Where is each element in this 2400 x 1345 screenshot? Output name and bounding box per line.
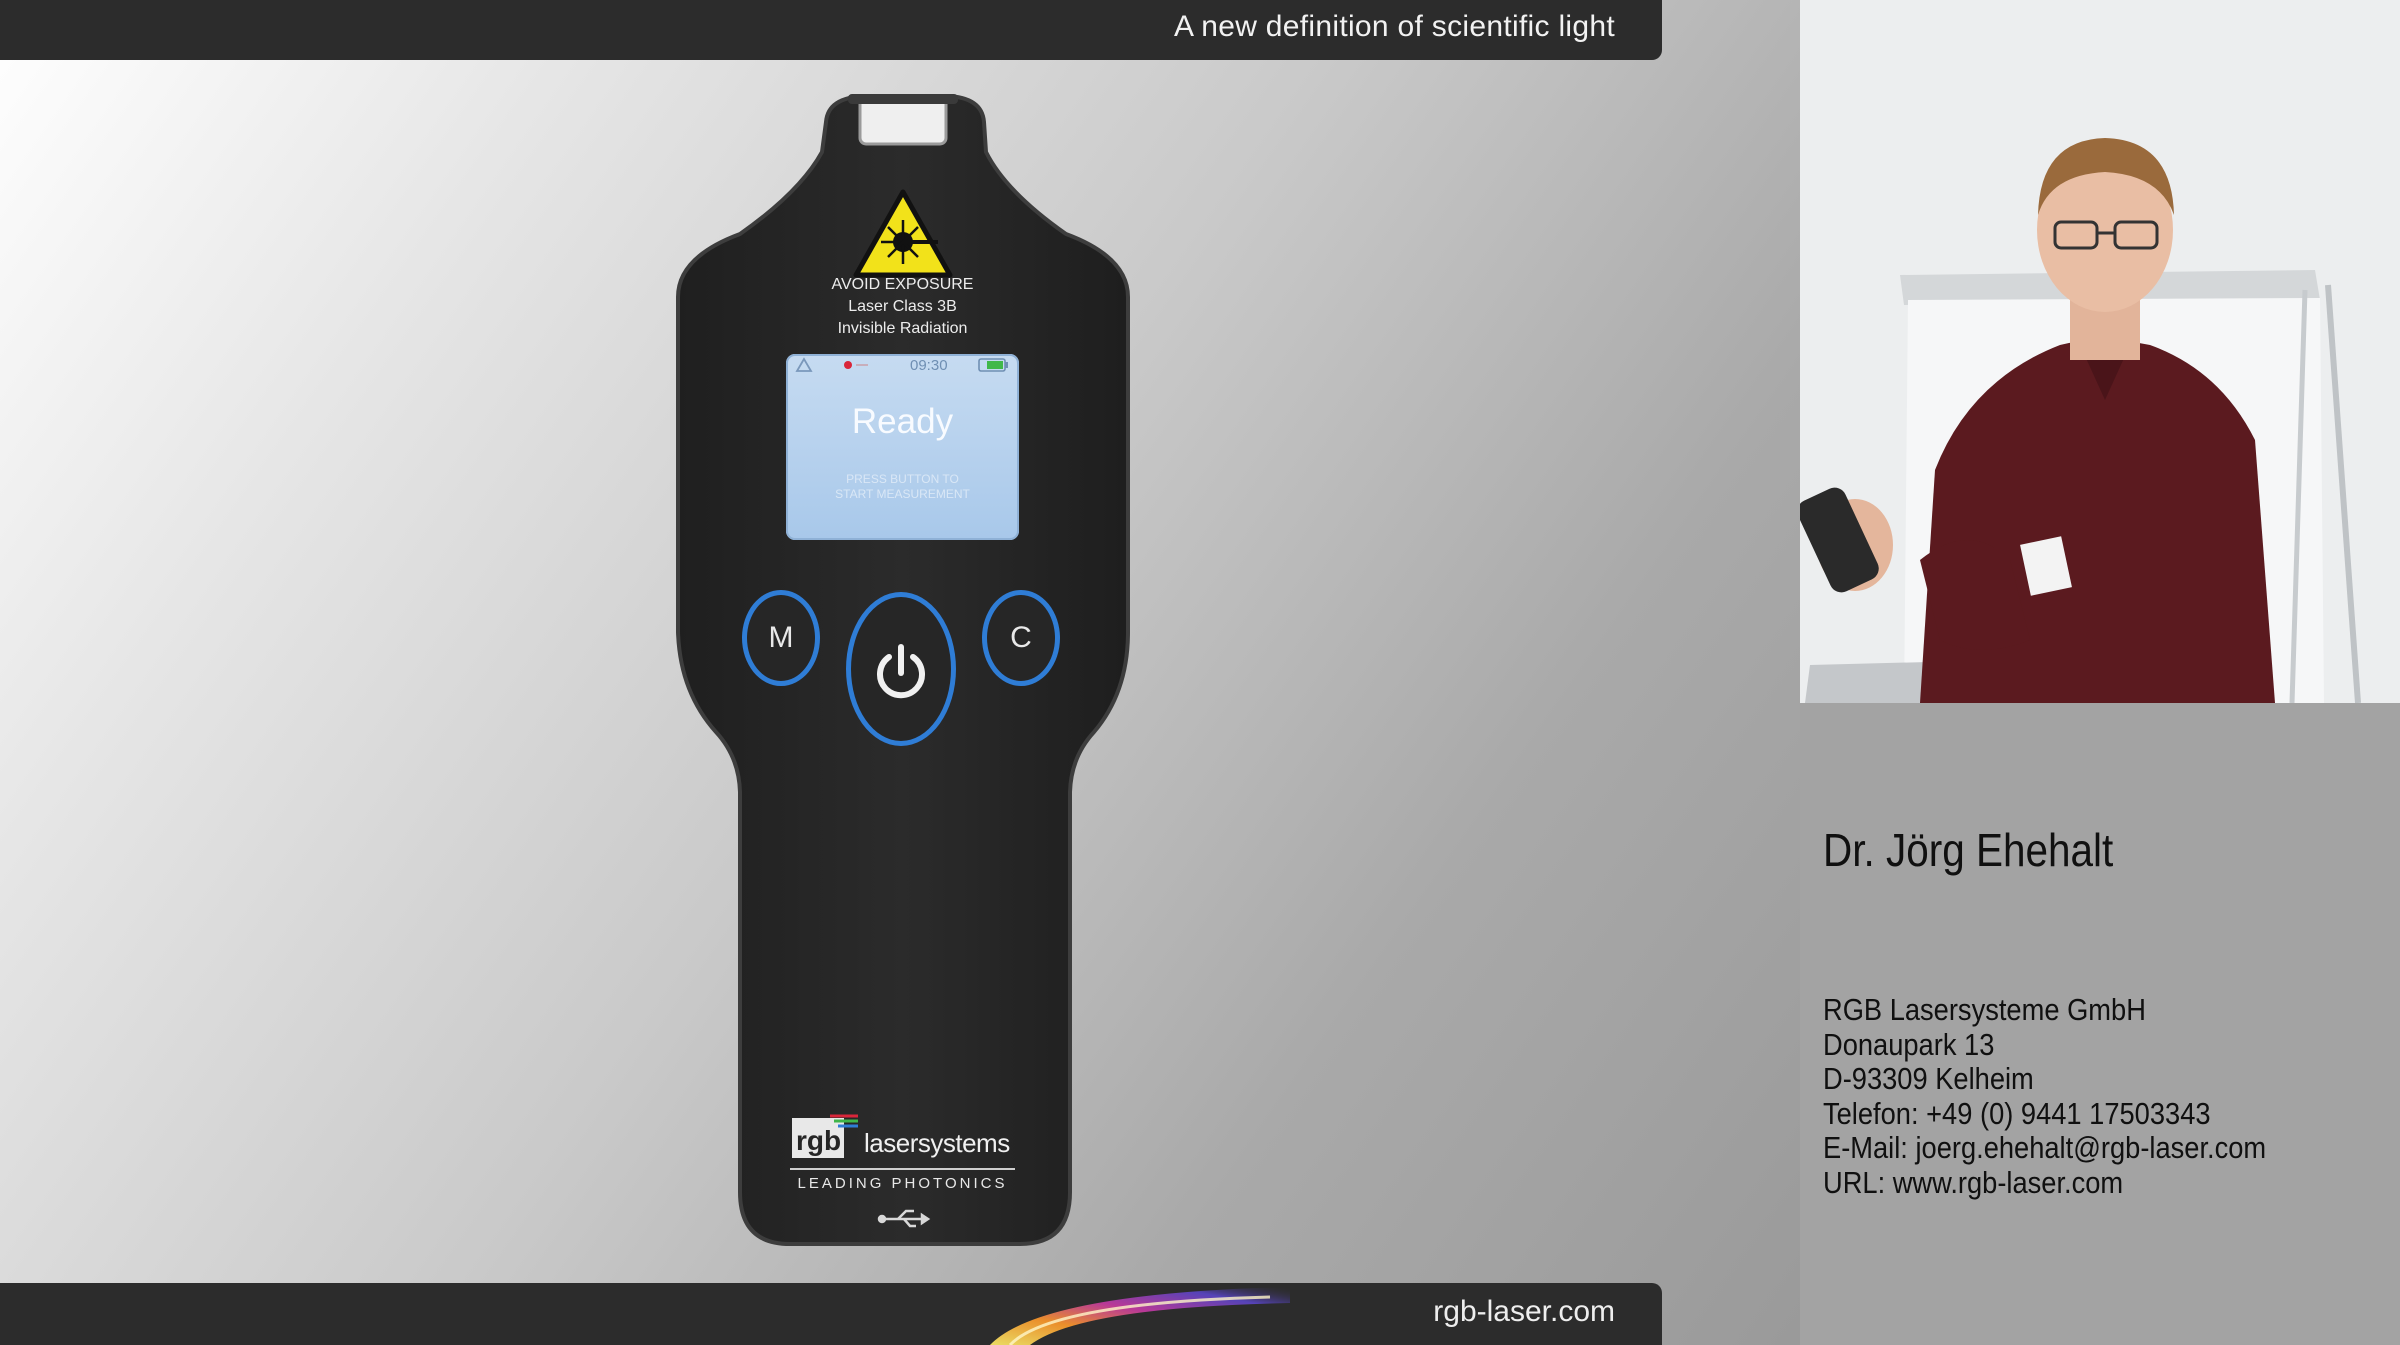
- power-button[interactable]: [846, 592, 956, 746]
- alert-icon: [795, 357, 813, 372]
- power-icon: [877, 644, 925, 699]
- instruction-line-2: START MEASUREMENT: [835, 487, 970, 501]
- phone-number: Telefon: +49 (0) 9441 17503343: [1823, 1095, 2211, 1131]
- city-address: D-93309 Kelheim: [1823, 1061, 2034, 1096]
- speaker-video-feed: [1800, 0, 2400, 703]
- speaker-contact: RGB Lasersysteme GmbH Donaupark 13 D-933…: [1823, 992, 2267, 1200]
- display-instruction: PRESS BUTTON TO START MEASUREMENT: [786, 472, 1019, 502]
- clear-button[interactable]: C: [982, 590, 1060, 686]
- device-brand: rgb lasersystems LEADING PHOTONICS: [790, 1112, 1015, 1212]
- display-clock: 09:30: [910, 357, 948, 374]
- brand-slogan: LEADING PHOTONICS: [797, 1175, 1008, 1192]
- speaker-name: Dr. Jörg Ehehalt: [1823, 824, 2114, 876]
- clear-button-label: C: [1010, 621, 1032, 654]
- light-streak-graphic: [990, 1287, 1290, 1345]
- company-name: RGB Lasersysteme GmbH: [1823, 992, 2146, 1027]
- speaker-photo: [1800, 0, 2400, 703]
- rgb-logo-mark: rgb: [796, 1125, 841, 1156]
- slide-footer-bar: rgb-laser.com: [0, 1283, 1662, 1345]
- brand-name: lasersystems: [864, 1128, 1010, 1158]
- warning-line-2: Laser Class 3B: [848, 298, 957, 315]
- display-status-text: Ready: [851, 402, 954, 441]
- rgb-logo-icon: rgb: [792, 1114, 858, 1158]
- footer-url: rgb-laser.com: [1433, 1295, 1615, 1328]
- street-address: Donaupark 13: [1823, 1026, 1995, 1062]
- laser-aperture: [858, 96, 948, 146]
- speaker-info-panel: Dr. Jörg Ehehalt RGB Lasersysteme GmbH D…: [1800, 703, 2400, 1345]
- laser-warning-text: AVOID EXPOSURE Laser Class 3B Invisible …: [786, 274, 1019, 340]
- website-url: URL: www.rgb-laser.com: [1823, 1164, 2124, 1200]
- warning-line-1: AVOID EXPOSURE: [831, 276, 974, 293]
- device-display: 09:30 Ready PRESS BUTTON TO START MEASUR…: [786, 354, 1019, 540]
- email-address: E-Mail: joerg.ehehalt@rgb-laser.com: [1823, 1130, 2267, 1165]
- slide-tagline: A new definition of scientific light: [1173, 10, 1615, 43]
- mode-button-label: M: [768, 621, 794, 654]
- battery-icon: [978, 358, 1008, 372]
- presentation-slide: A new definition of scientific light AVO…: [0, 0, 1800, 1345]
- instruction-line-1: PRESS BUTTON TO: [846, 472, 959, 486]
- slide-header-bar: A new definition of scientific light: [0, 0, 1662, 60]
- mode-button[interactable]: M: [742, 590, 820, 686]
- recording-dot-icon: [844, 361, 852, 369]
- warning-line-3: Invisible Radiation: [837, 320, 968, 337]
- display-status-bar: [795, 357, 1008, 372]
